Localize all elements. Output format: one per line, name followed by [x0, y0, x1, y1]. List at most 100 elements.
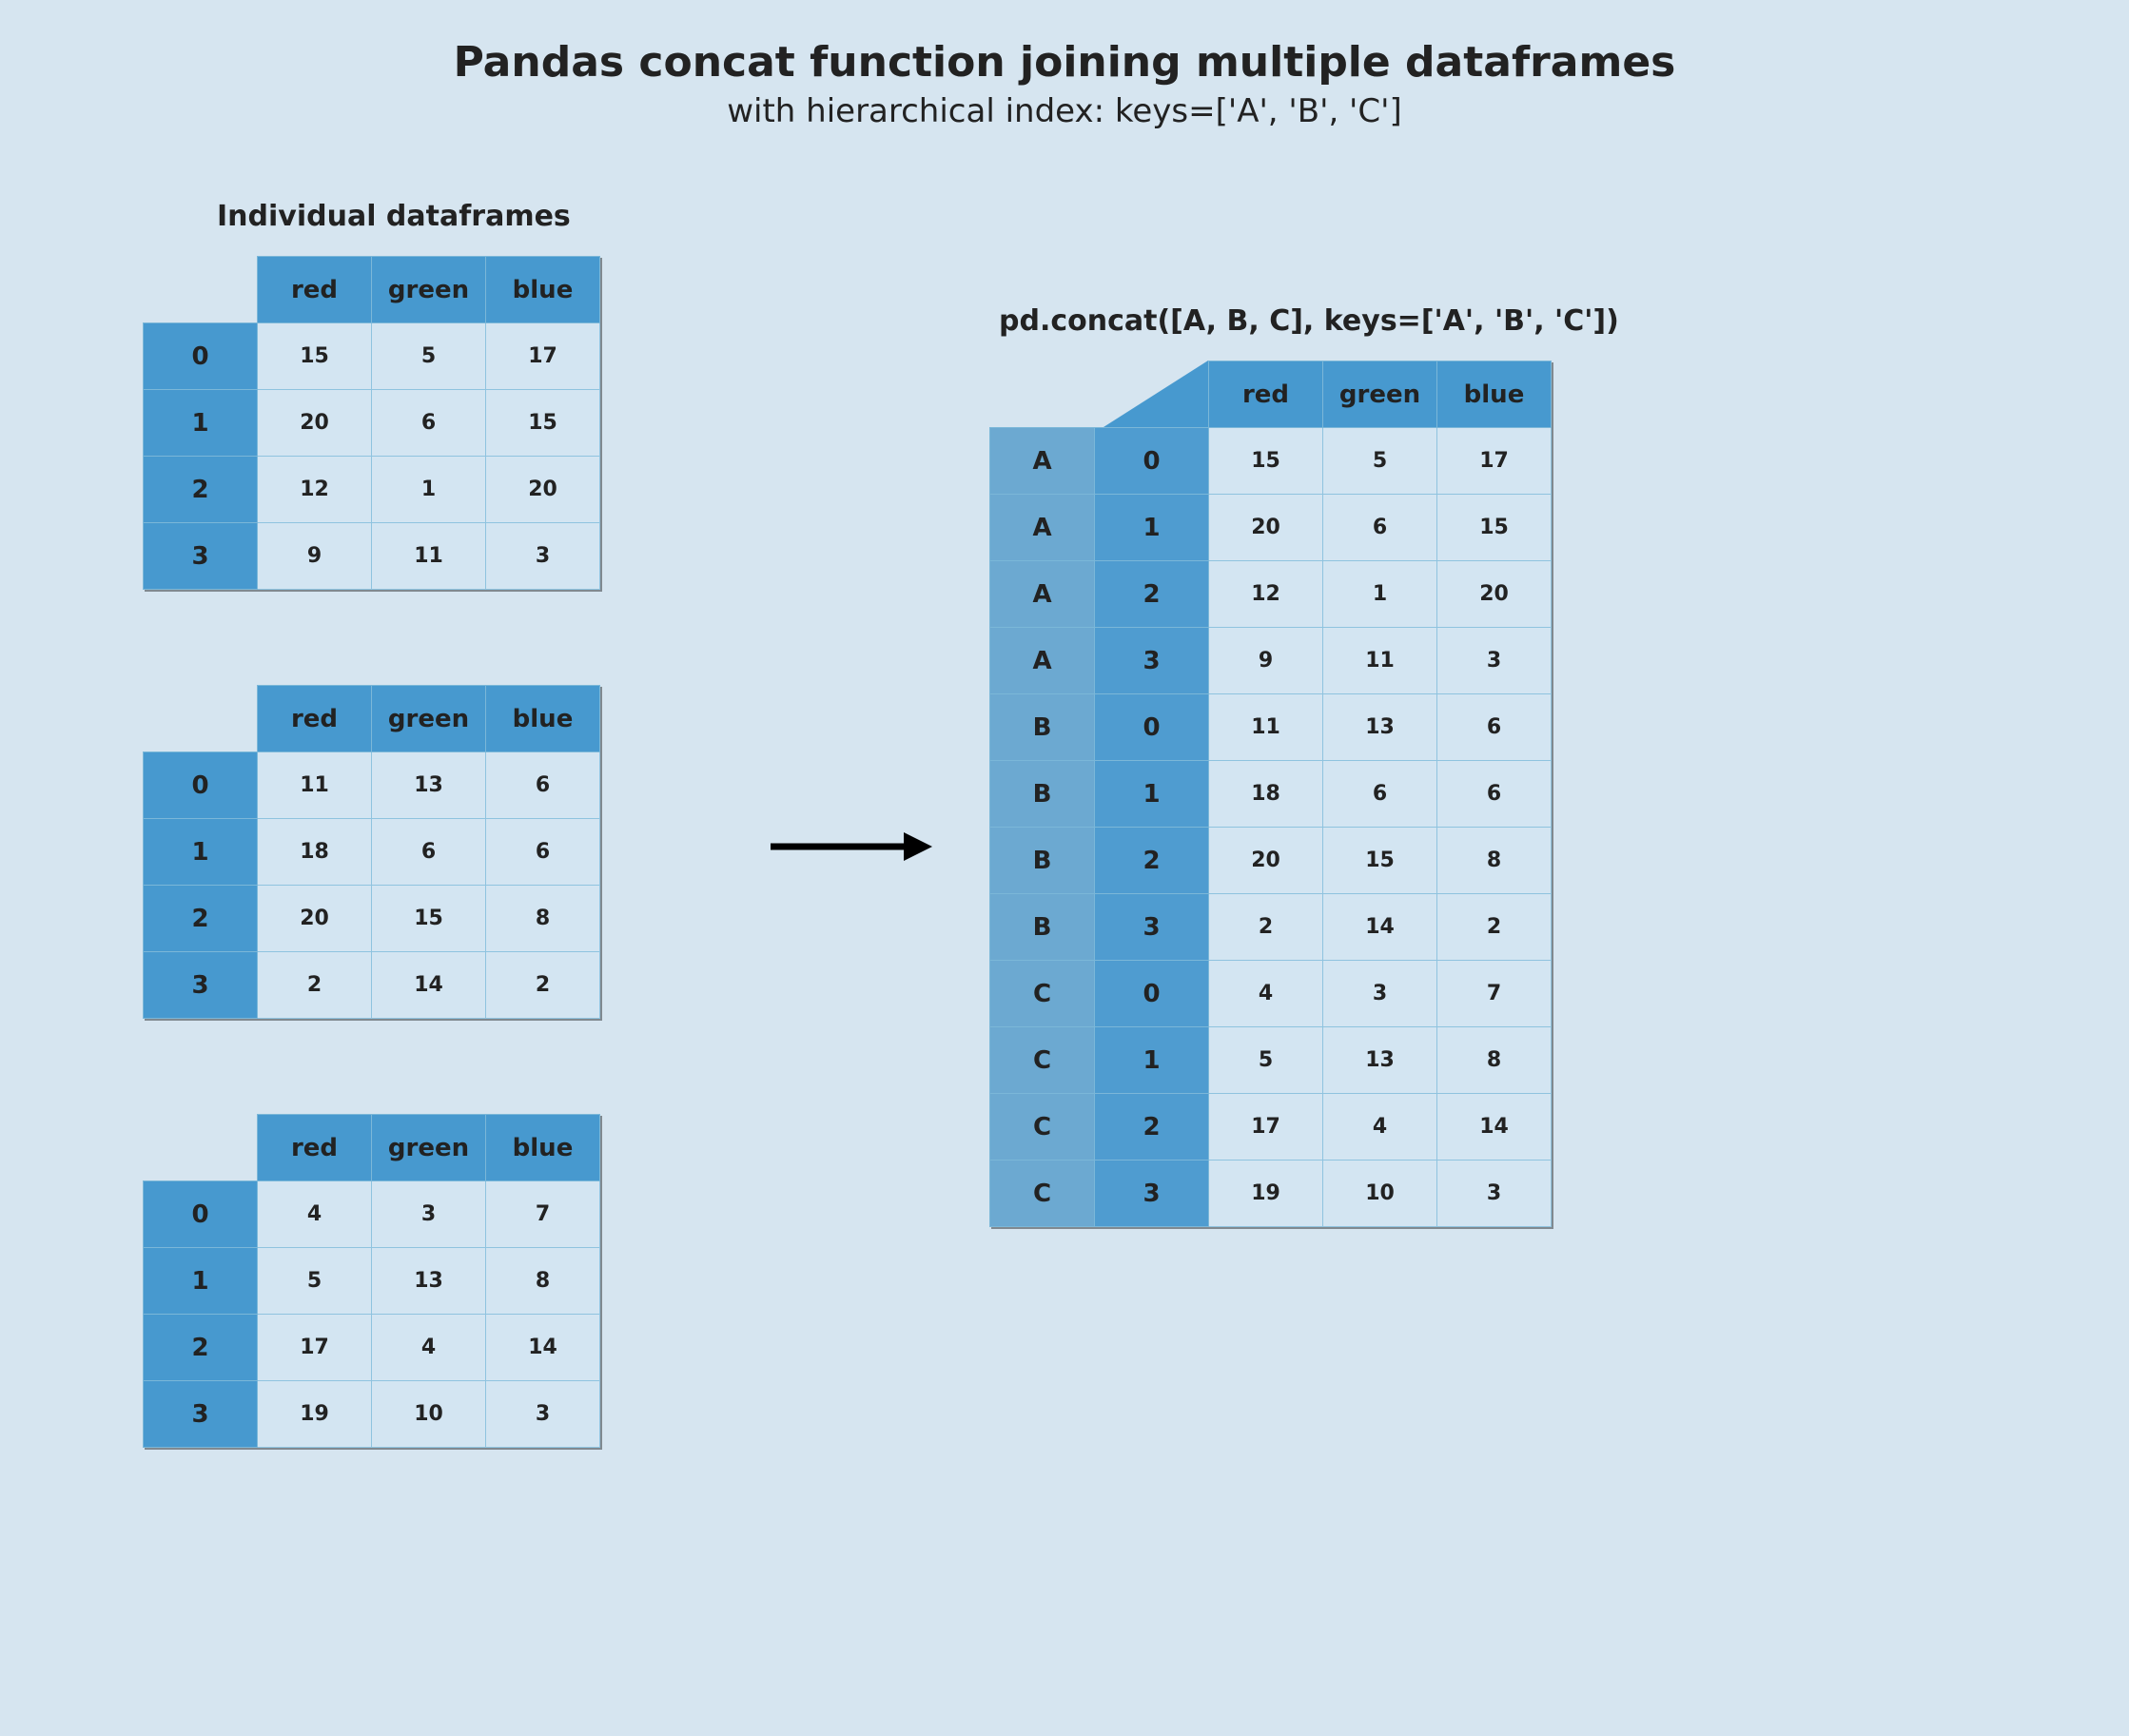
cell: 2: [1209, 894, 1323, 961]
table-row: C 1 5 13 8: [990, 1027, 1552, 1094]
table-row: 2 12 1 20: [144, 457, 600, 523]
cell: 13: [372, 1248, 486, 1315]
cell: 11: [1209, 694, 1323, 761]
cell: 15: [486, 390, 600, 457]
cell: 5: [1323, 428, 1437, 495]
cell: 3: [486, 523, 600, 590]
outer-key: C: [990, 961, 1095, 1027]
outer-key: B: [990, 894, 1095, 961]
col-red: red: [258, 257, 372, 323]
table-row: 2 17 4 14: [144, 1315, 600, 1381]
row-index: 3: [144, 1381, 258, 1448]
table-row: A 2 12 1 20: [990, 561, 1552, 628]
concat-table: red green blue A 0 15 5 17 A 1 20 6 15 A…: [989, 361, 1552, 1227]
cell: 11: [372, 523, 486, 590]
dataframe-b: red green blue 0 11 13 6 1 18 6 6 2 20 1…: [143, 685, 600, 1019]
cell: 6: [486, 752, 600, 819]
cell: 6: [1437, 694, 1552, 761]
corner: [144, 686, 258, 752]
cell: 5: [372, 323, 486, 390]
cell: 6: [1323, 495, 1437, 561]
cell: 20: [1209, 828, 1323, 894]
corner: [144, 257, 258, 323]
cell: 1: [1323, 561, 1437, 628]
col-green: green: [372, 1115, 486, 1181]
cell: 10: [372, 1381, 486, 1448]
cell: 13: [372, 752, 486, 819]
cell: 3: [1323, 961, 1437, 1027]
outer-key: B: [990, 694, 1095, 761]
cell: 14: [1437, 1094, 1552, 1161]
row-index: 1: [1095, 761, 1209, 828]
cell: 17: [486, 323, 600, 390]
row-index: 0: [144, 752, 258, 819]
cell: 3: [1437, 628, 1552, 694]
outer-key: B: [990, 761, 1095, 828]
row-index: 0: [1095, 694, 1209, 761]
table-row: 1 5 13 8: [144, 1248, 600, 1315]
cell: 20: [258, 390, 372, 457]
outer-key: A: [990, 561, 1095, 628]
table-row: 0 11 13 6: [144, 752, 600, 819]
cell: 17: [258, 1315, 372, 1381]
cell: 14: [372, 952, 486, 1019]
cell: 5: [1209, 1027, 1323, 1094]
right-panel: pd.concat([A, B, C], keys=['A', 'B', 'C'…: [989, 304, 1619, 1227]
cell: 6: [486, 819, 600, 886]
row-index: 0: [1095, 961, 1209, 1027]
cell: 10: [1323, 1161, 1437, 1227]
right-heading: pd.concat([A, B, C], keys=['A', 'B', 'C'…: [999, 304, 1619, 338]
cell: 2: [1437, 894, 1552, 961]
col-green: green: [372, 257, 486, 323]
cell: 17: [1209, 1094, 1323, 1161]
table-row: 0 15 5 17: [144, 323, 600, 390]
dataframe-c: red green blue 0 4 3 7 1 5 13 8 2 17 4 1…: [143, 1114, 600, 1448]
table-row: B 0 11 13 6: [990, 694, 1552, 761]
row-index: 3: [1095, 628, 1209, 694]
row-index: 1: [144, 1248, 258, 1315]
row-index: 0: [1095, 428, 1209, 495]
outer-key: A: [990, 495, 1095, 561]
col-red: red: [258, 1115, 372, 1181]
col-red: red: [258, 686, 372, 752]
cell: 7: [486, 1181, 600, 1248]
col-green: green: [372, 686, 486, 752]
cell: 8: [1437, 828, 1552, 894]
corner: [990, 361, 1209, 428]
table-row: A 1 20 6 15: [990, 495, 1552, 561]
row-index: 2: [144, 457, 258, 523]
row-index: 2: [144, 1315, 258, 1381]
table-row: 1 20 6 15: [144, 390, 600, 457]
col-blue: blue: [1437, 361, 1552, 428]
table-row: C 3 19 10 3: [990, 1161, 1552, 1227]
outer-key: C: [990, 1161, 1095, 1227]
cell: 13: [1323, 1027, 1437, 1094]
cell: 20: [258, 886, 372, 952]
cell: 6: [372, 819, 486, 886]
col-green: green: [1323, 361, 1437, 428]
cell: 9: [1209, 628, 1323, 694]
col-blue: blue: [486, 1115, 600, 1181]
table-row: 2 20 15 8: [144, 886, 600, 952]
cell: 19: [1209, 1161, 1323, 1227]
cell: 15: [1323, 828, 1437, 894]
table-row: 3 2 14 2: [144, 952, 600, 1019]
cell: 14: [1323, 894, 1437, 961]
outer-key: C: [990, 1094, 1095, 1161]
cell: 4: [372, 1315, 486, 1381]
cell: 11: [1323, 628, 1437, 694]
cell: 18: [258, 819, 372, 886]
page-title: Pandas concat function joining multiple …: [0, 0, 2129, 87]
cell: 4: [1209, 961, 1323, 1027]
row-index: 1: [1095, 1027, 1209, 1094]
cell: 9: [258, 523, 372, 590]
cell: 7: [1437, 961, 1552, 1027]
cell: 6: [1323, 761, 1437, 828]
cell: 20: [1437, 561, 1552, 628]
table-row: C 0 4 3 7: [990, 961, 1552, 1027]
cell: 14: [486, 1315, 600, 1381]
cell: 1: [372, 457, 486, 523]
cell: 18: [1209, 761, 1323, 828]
outer-key: B: [990, 828, 1095, 894]
cell: 12: [258, 457, 372, 523]
